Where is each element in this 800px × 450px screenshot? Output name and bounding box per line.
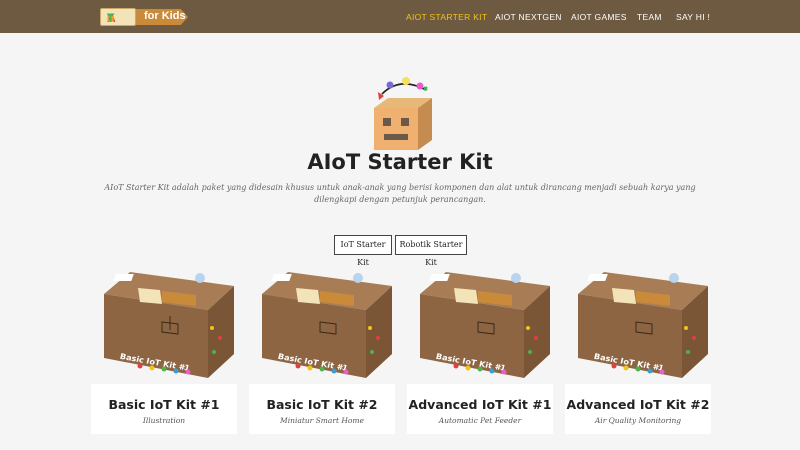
product-title[interactable]: Basic IoT Kit #2 [249,397,395,412]
page-description: AIoT Starter Kit adalah paket yang dides… [104,183,696,204]
product-box-image[interactable]: Basic IoT Kit #1 [100,268,238,382]
nav-aiot-nextgen[interactable]: AIOT NEXTGEN [495,12,562,24]
product-card[interactable]: Basic IoT Kit #2 Miniatur Smart Home [249,384,395,434]
product-subtitle: Air Quality Monitoring [594,416,682,425]
tab-robotik-starter-kit[interactable]: Robotik Starter Kit [395,235,467,267]
product-title[interactable]: Basic IoT Kit #1 [91,397,237,412]
navbar: for Kids AIoT AIOT STARTER KIT AIOT NEXT… [0,0,800,33]
product-card[interactable]: Basic IoT Kit #1 Illustration [91,384,237,434]
product-card[interactable]: Advanced IoT Kit #1 Automatic Pet Feeder [407,384,553,434]
product-subtitle: Miniatur Smart Home [280,416,364,425]
logo-plate: AIoT [100,8,136,26]
nav-say-hi[interactable]: SAY HI ! [676,12,710,24]
tab-iot-starter-kit[interactable]: IoT Starter Kit [334,235,392,267]
product-card[interactable]: Advanced IoT Kit #2 Air Quality Monitori… [565,384,711,434]
product-subtitle: Illustration [142,416,186,425]
page-title: AIoT Starter Kit [307,150,493,174]
product-box-image[interactable]: Basic IoT Kit #1 [258,268,396,382]
nav-team[interactable]: TEAM [637,12,662,24]
product-title[interactable]: Advanced IoT Kit #2 [565,397,711,412]
product-box-image[interactable]: Basic IoT Kit #1 [416,268,554,382]
brand-logo[interactable]: for Kids AIoT [100,8,192,26]
nav-aiot-starter-kit[interactable]: AIOT STARTER KIT [406,12,487,24]
logo-kids-text: for Kids [144,10,186,22]
robot-head-icon [374,77,432,150]
nav-aiot-games[interactable]: AIOT GAMES [571,12,627,24]
logo-banner: for Kids [136,9,188,25]
product-title[interactable]: Advanced IoT Kit #1 [407,397,553,412]
product-subtitle: Automatic Pet Feeder [438,416,522,425]
product-box-image[interactable]: Basic IoT Kit #1 [574,268,712,382]
